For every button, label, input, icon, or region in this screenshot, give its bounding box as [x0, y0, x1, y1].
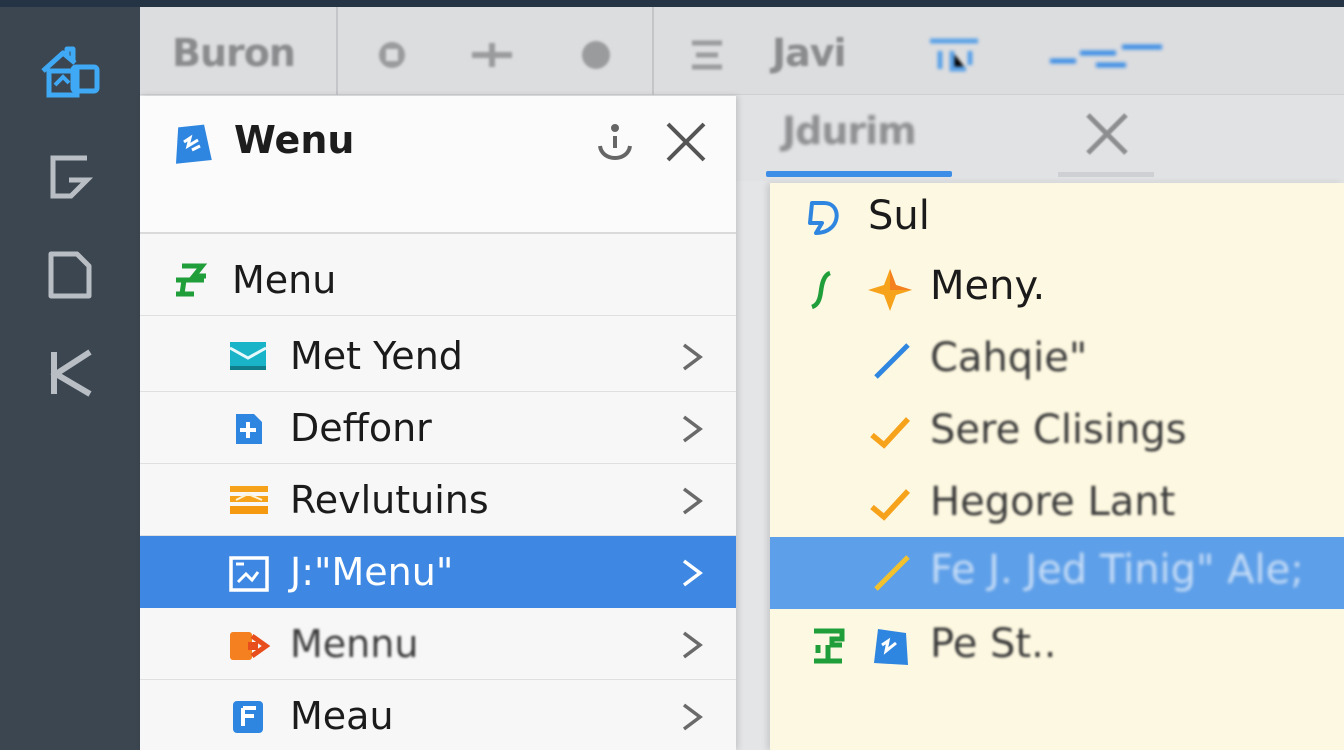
chevron-right-icon	[680, 342, 704, 376]
tab-active-indicator	[766, 171, 952, 177]
submenu-item[interactable]: Pe St..	[770, 611, 1344, 683]
orange-star-icon	[866, 267, 912, 311]
chevron-right-icon	[680, 414, 704, 448]
submenu-item-label: Fe J. Jed Tinig" Ale;	[930, 547, 1304, 593]
green-curve-icon	[808, 267, 838, 311]
green-tool-icon	[810, 625, 846, 669]
yellow-slash-icon	[870, 551, 914, 595]
blue-plus-icon	[230, 410, 266, 446]
submenu-item-label: Cahqie"	[930, 335, 1088, 381]
blue-f-icon	[230, 698, 266, 734]
toolbar-separator	[652, 7, 654, 95]
git-icon[interactable]	[34, 147, 106, 207]
app-logo-icon	[170, 122, 214, 170]
tab-bar: Jdurim	[736, 95, 1344, 181]
submenu-item-label: Sul	[868, 193, 930, 239]
chevron-right-icon	[680, 558, 704, 592]
orange-stack-icon	[228, 482, 268, 518]
blue-tool-icon[interactable]	[926, 35, 982, 79]
submenu-item[interactable]: Sul	[770, 183, 1344, 255]
menu-item[interactable]: Revlutuins	[140, 464, 736, 536]
orange-share-icon	[228, 626, 271, 662]
blue-slash-icon	[870, 339, 914, 383]
k-icon[interactable]	[34, 343, 106, 403]
submenu-item[interactable]: Cahqie"	[770, 325, 1344, 397]
toolbar-label-left[interactable]: Buron	[172, 31, 296, 75]
record-icon[interactable]	[574, 35, 618, 79]
menu-item-label: Revlutuins	[290, 478, 489, 522]
file-icon[interactable]	[34, 245, 106, 305]
chevron-right-icon	[680, 486, 704, 520]
menu-item-label: Menu	[232, 258, 337, 302]
menu-panel-title: Wenu	[234, 118, 355, 162]
tab-active[interactable]: Jdurim	[766, 95, 952, 181]
cyan-folder-icon	[228, 338, 267, 374]
submenu-item-label: Meny.	[930, 263, 1046, 309]
submenu-item[interactable]: Hegore Lant	[770, 469, 1344, 541]
tab-divider	[1058, 172, 1154, 177]
menu-item-selected[interactable]: J:"Menu"	[140, 536, 736, 608]
toolbar-label-mid[interactable]: Javi	[772, 31, 847, 75]
window-top-strip	[0, 0, 1344, 7]
menu-panel: Wenu Menu Met Yend Deffonr Revlutuins J:…	[140, 96, 736, 750]
anchor-icon[interactable]	[592, 120, 638, 170]
submenu-item[interactable]: Sere Clisings	[770, 397, 1344, 469]
menu-item-label: Deffonr	[290, 406, 432, 450]
blue-badge-icon	[868, 625, 912, 669]
blue-link-icon[interactable]	[1046, 39, 1166, 77]
green-tool-icon	[172, 262, 208, 298]
orange-check-icon	[868, 483, 912, 527]
menu-item[interactable]: Deffonr	[140, 392, 736, 464]
close-icon[interactable]	[1082, 109, 1132, 163]
gear-icon[interactable]	[370, 35, 414, 79]
menu-item-label: Met Yend	[290, 334, 463, 378]
align-icon[interactable]	[688, 35, 728, 79]
chevron-right-icon	[680, 702, 704, 736]
menu-panel-header: Wenu	[140, 96, 736, 234]
menu-section-header[interactable]: Menu	[140, 244, 736, 316]
tab-label: Jdurim	[782, 109, 917, 153]
menu-item[interactable]: Meau	[140, 680, 736, 750]
image-frame-icon	[228, 554, 269, 592]
menu-item[interactable]: Mennu	[140, 608, 736, 680]
orange-check-icon	[868, 411, 912, 455]
submenu-item-label: Sere Clisings	[930, 407, 1187, 453]
plus-icon[interactable]	[468, 35, 516, 79]
toolbar: Buron Javi	[140, 7, 1344, 95]
menu-item-label: Mennu	[290, 622, 419, 666]
submenu-panel: Sul Meny. Cahqie" Sere Clisings Hegore L…	[770, 183, 1344, 750]
chevron-right-icon	[680, 630, 704, 664]
close-icon[interactable]	[662, 118, 710, 170]
menu-item[interactable]: Met Yend	[140, 320, 736, 392]
submenu-item-label: Hegore Lant	[930, 479, 1176, 525]
submenu-item-label: Pe St..	[930, 621, 1057, 667]
blue-d-icon	[802, 197, 846, 241]
home-icon[interactable]	[34, 43, 106, 103]
activity-bar	[0, 7, 140, 750]
menu-item-label: Meau	[290, 694, 394, 738]
toolbar-separator	[336, 7, 338, 95]
menu-item-label: J:"Menu"	[290, 550, 454, 594]
submenu-item[interactable]: Meny.	[770, 253, 1344, 325]
submenu-item-selected[interactable]: Fe J. Jed Tinig" Ale;	[770, 537, 1344, 609]
